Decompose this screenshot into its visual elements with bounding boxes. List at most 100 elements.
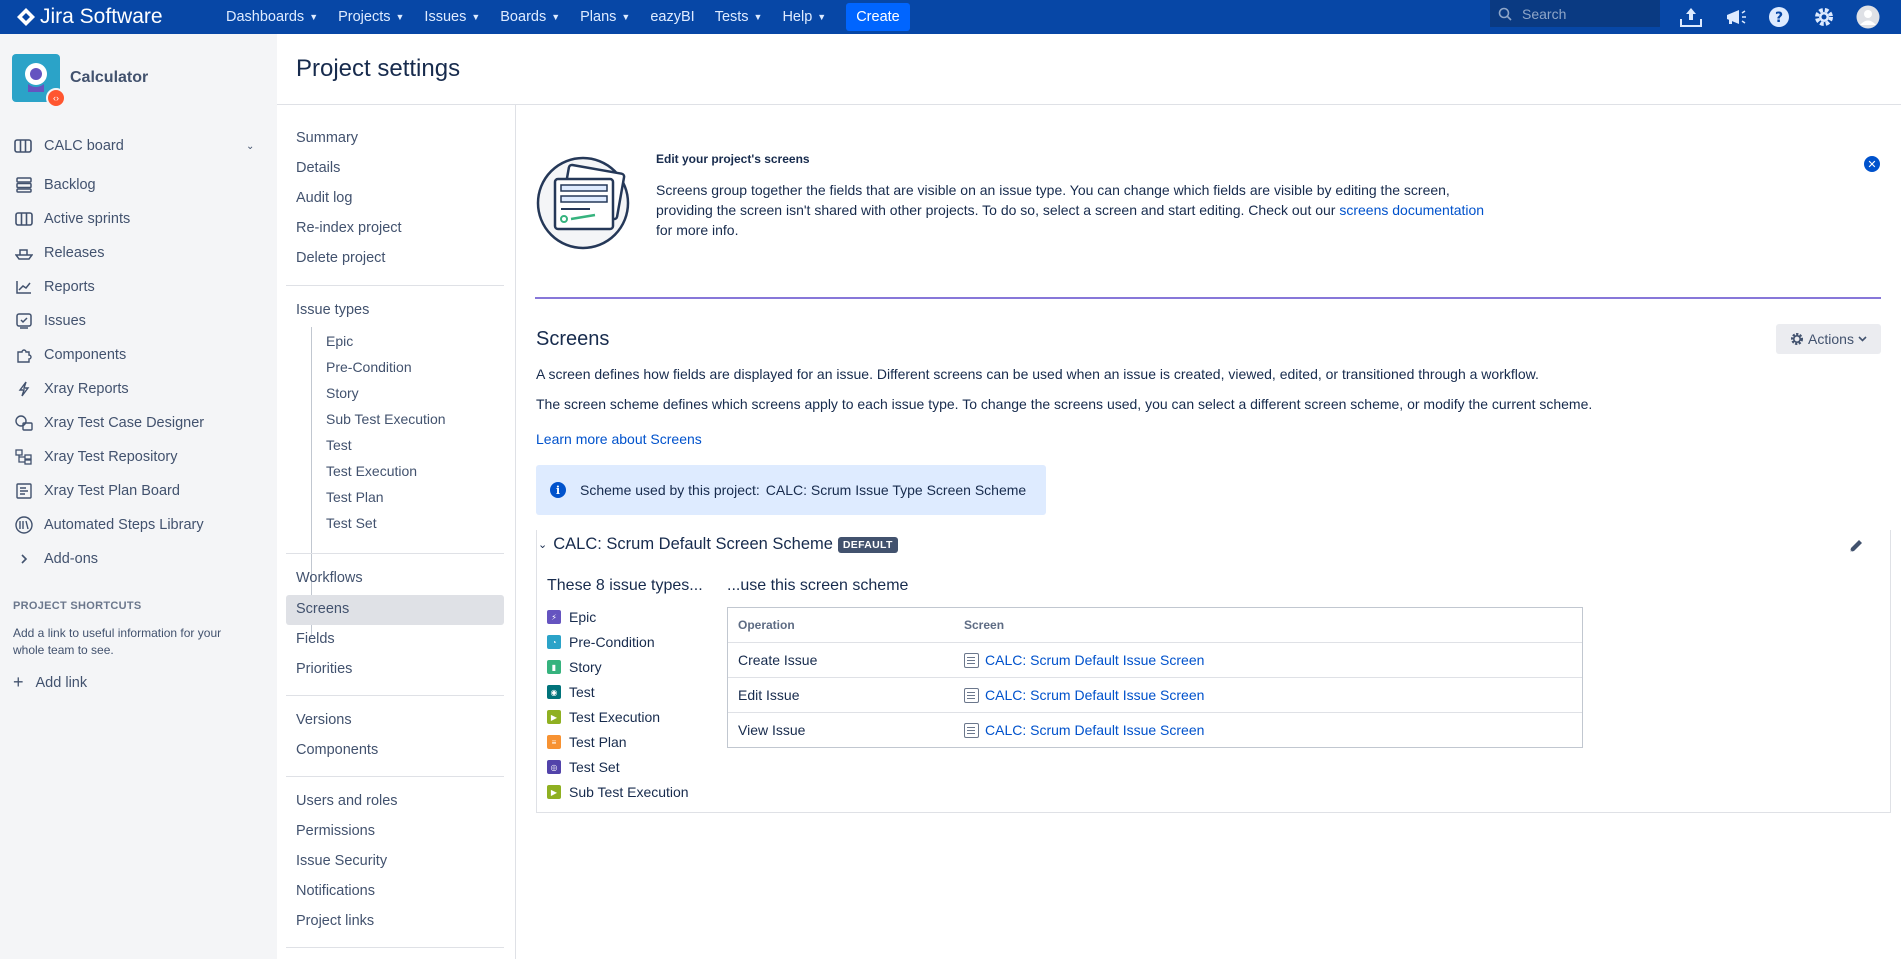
issue-type-epic: ⚡ Epic [547, 609, 596, 625]
sidebar-item-add-ons[interactable]: Add-ons [0, 542, 277, 576]
test-icon: ◉ [547, 685, 561, 699]
settings-nav-issue-type-test-plan[interactable]: Test Plan [326, 489, 384, 505]
create-button[interactable]: Create [846, 3, 910, 31]
board-selector[interactable]: CALC board ⌄ [0, 130, 277, 162]
settings-nav-fields[interactable]: Fields [296, 631, 335, 647]
announcement-icon[interactable] [1721, 3, 1749, 31]
screen-link[interactable]: CALC: Scrum Default Issue Screen [985, 687, 1204, 703]
pre-condition-icon: ◔ [547, 635, 561, 649]
edit-pencil-icon[interactable] [1848, 538, 1864, 554]
search-input[interactable]: Search [1490, 0, 1660, 27]
nav-dashboards[interactable]: Dashboards ▼ [216, 0, 328, 34]
settings-nav-issue-type-epic[interactable]: Epic [326, 333, 353, 349]
nav-boards[interactable]: Boards ▼ [490, 0, 570, 34]
scheme-toggle[interactable]: ⌄ CALC: Scrum Default Screen Scheme DEFA… [536, 535, 898, 554]
scheme-info-box: i Scheme used by this project: CALC: Scr… [536, 465, 1046, 515]
nav-projects[interactable]: Projects ▼ [328, 0, 414, 34]
settings-nav-details[interactable]: Details [296, 160, 340, 176]
top-navigation: Jira Software Dashboards ▼ Projects ▼ Issu… [0, 0, 1901, 34]
test-set-icon: ◎ [547, 760, 561, 774]
nav-help[interactable]: Help ▼ [772, 0, 836, 34]
sidebar-item-issues[interactable]: Issues [0, 304, 277, 338]
repository-icon [14, 447, 34, 467]
project-avatar[interactable]: ‹› [12, 54, 66, 108]
operation-cell: View Issue [738, 722, 806, 738]
nav-eazybi[interactable]: eazyBI [640, 0, 704, 34]
issue-type-sub-test-execution: ▶ Sub Test Execution [547, 784, 689, 800]
settings-nav-issue-type-sub-test-execution[interactable]: Sub Test Execution [326, 411, 446, 427]
actions-button[interactable]: Actions [1776, 324, 1881, 354]
screens-documentation-link[interactable]: screens documentation [1339, 202, 1484, 218]
sidebar-item-active-sprints[interactable]: Active sprints [0, 202, 277, 236]
settings-nav-screens[interactable]: Screens [296, 601, 349, 617]
settings-nav-notifications[interactable]: Notifications [296, 883, 375, 899]
scheme-name: CALC: Scrum Default Screen Scheme [553, 535, 833, 553]
learn-more-link[interactable]: Learn more about Screens [536, 431, 702, 447]
info-icon: i [550, 482, 566, 498]
add-link-button[interactable]: + Add link [13, 672, 87, 693]
settings-nav-issue-type-story[interactable]: Story [326, 385, 359, 401]
lightning-icon [14, 379, 34, 399]
settings-nav-reindex-project[interactable]: Re-index project [296, 220, 402, 236]
issue-type-story: ▮ Story [547, 659, 602, 675]
settings-nav-permissions[interactable]: Permissions [296, 823, 375, 839]
settings-nav-project-links[interactable]: Project links [296, 913, 374, 929]
gear-icon [1791, 332, 1804, 346]
page-title: Project settings [296, 55, 461, 82]
settings-nav-users-and-roles[interactable]: Users and roles [296, 793, 398, 809]
project-shortcuts-description: Add a link to useful information for you… [13, 626, 222, 657]
table-row: Edit Issue CALC: Scrum Default Issue Scr… [728, 677, 1582, 712]
jira-logo[interactable]: Jira Software [16, 5, 216, 29]
user-avatar[interactable] [1854, 3, 1882, 31]
settings-nav-components[interactable]: Components [296, 742, 378, 758]
project-name[interactable]: Calculator [70, 69, 148, 87]
settings-nav-issue-security[interactable]: Issue Security [296, 853, 387, 869]
board-icon [14, 139, 34, 153]
screen-link[interactable]: CALC: Scrum Default Issue Screen [985, 722, 1204, 738]
nav-issues[interactable]: Issues ▼ [414, 0, 490, 34]
intro-title: Edit your project's screens [656, 152, 810, 166]
settings-nav-issue-type-test-execution[interactable]: Test Execution [326, 463, 417, 479]
sidebar-item-reports[interactable]: Reports [0, 270, 277, 304]
settings-nav-audit-log[interactable]: Audit log [296, 190, 352, 206]
settings-gear-icon[interactable] [1810, 3, 1838, 31]
issue-types-heading: These 8 issue types... [547, 577, 703, 594]
settings-nav-versions[interactable]: Versions [296, 712, 352, 728]
sidebar-item-backlog[interactable]: Backlog [0, 168, 277, 202]
sidebar-item-xray-reports[interactable]: Xray Reports [0, 372, 277, 406]
operation-cell: Edit Issue [738, 687, 800, 703]
settings-nav-issue-types[interactable]: Issue types [296, 302, 369, 318]
close-icon[interactable]: ✕ [1864, 156, 1880, 172]
divider [286, 947, 504, 948]
upload-icon[interactable] [1677, 3, 1705, 31]
settings-nav-issue-type-pre-condition[interactable]: Pre-Condition [326, 359, 412, 375]
project-sidebar: ‹› Calculator CALC board ⌄ Backlog Activ… [0, 34, 277, 959]
search-placeholder: Search [1522, 5, 1567, 22]
settings-nav-issue-type-test-set[interactable]: Test Set [326, 515, 377, 531]
settings-nav-issue-type-test[interactable]: Test [326, 437, 352, 453]
sidebar-item-xray-test-repository[interactable]: Xray Test Repository [0, 440, 277, 474]
header-divider [277, 104, 1901, 105]
settings-nav-summary[interactable]: Summary [296, 130, 358, 146]
divider [286, 695, 504, 696]
intro-divider [535, 297, 1881, 299]
plus-icon: + [13, 672, 24, 692]
operation-cell: Create Issue [738, 652, 818, 668]
sidebar-item-xray-test-plan-board[interactable]: Xray Test Plan Board [0, 474, 277, 508]
sidebar-item-components[interactable]: Components [0, 338, 277, 372]
sidebar-item-automated-steps-library[interactable]: Automated Steps Library [0, 508, 277, 542]
nav-tests[interactable]: Tests ▼ [705, 0, 773, 34]
screen-link[interactable]: CALC: Scrum Default Issue Screen [985, 652, 1204, 668]
help-icon[interactable]: ? [1765, 3, 1793, 31]
scheme-value: CALC: Scrum Issue Type Screen Scheme [765, 482, 1027, 498]
chart-icon [14, 277, 34, 297]
screens-heading: Screens [536, 328, 610, 350]
nav-plans[interactable]: Plans ▼ [570, 0, 640, 34]
sidebar-item-releases[interactable]: Releases [0, 236, 277, 270]
screens-description-1: A screen defines how fields are displaye… [536, 366, 1539, 382]
sidebar-item-xray-test-case-designer[interactable]: Xray Test Case Designer [0, 406, 277, 440]
settings-nav-priorities[interactable]: Priorities [296, 661, 352, 677]
chevron-right-icon [14, 549, 34, 569]
settings-nav-workflows[interactable]: Workflows [296, 570, 363, 586]
settings-nav-delete-project[interactable]: Delete project [296, 250, 385, 266]
